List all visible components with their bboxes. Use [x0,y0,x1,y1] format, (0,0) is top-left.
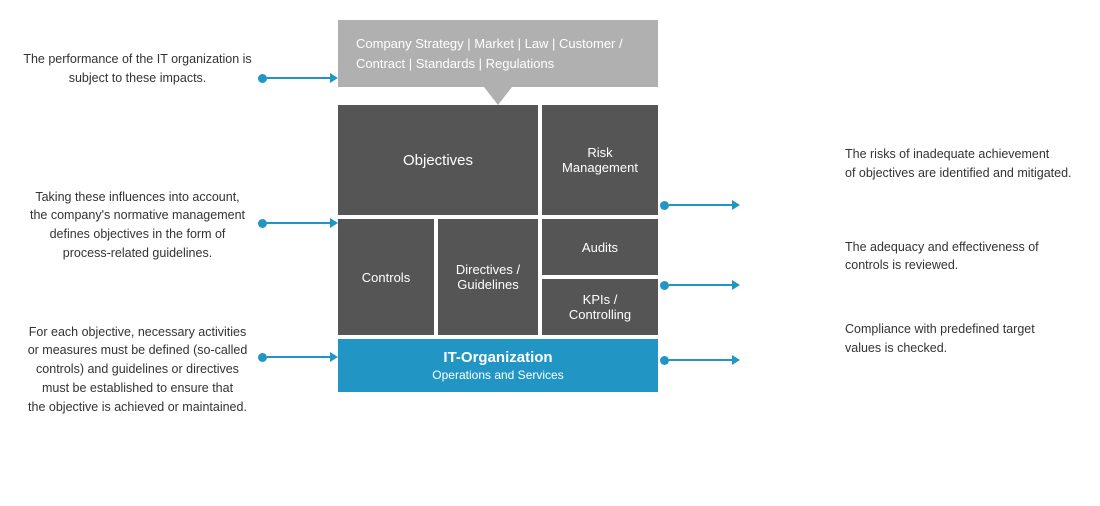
dot-controls [258,353,267,362]
directives-block: Directives / Guidelines [438,219,538,335]
dot-objectives [258,219,267,228]
dot-kpis [660,356,669,365]
arrowhead-kpis [732,355,740,365]
risk-block: Risk Management [542,105,658,215]
dot-strategy [258,74,267,83]
kpis-block: KPIs / Controlling [542,279,658,335]
audits-kpis-col: Audits KPIs / Controlling [542,219,658,335]
strategy-box: Company Strategy | Market | Law | Custom… [338,20,658,87]
dot-audits [660,281,669,290]
center-diagram: Company Strategy | Market | Law | Custom… [338,20,658,392]
connector-kpis [660,355,740,365]
it-org-title: IT-Organization [348,349,648,366]
connector-strategy [258,73,338,83]
connector-risk [660,200,740,210]
right-col: Risk Management [542,105,658,215]
dot-risk [660,201,669,210]
top-row: Objectives Risk Management [338,105,658,215]
audits-block: Audits [542,219,658,275]
connector-controls [258,352,338,362]
line-kpis [669,359,732,361]
objectives-block: Objectives [338,105,538,215]
right-text-kpis: Compliance with predefined target values… [845,320,1080,358]
left-text-2: Taking these influences into account, th… [20,188,255,263]
line-controls [267,356,330,358]
line-objectives [267,222,330,224]
arrowhead-objectives [330,218,338,228]
bottom-main-row: Controls Directives / Guidelines Audits … [338,219,658,335]
right-text-risk: The risks of inadequate achievement of o… [845,145,1080,183]
arrowhead-risk [732,200,740,210]
right-text-audits: The adequacy and effectiveness of contro… [845,238,1080,276]
main-container: The performance of the IT organization i… [0,0,1100,506]
it-org-bar: IT-Organization Operations and Services [338,339,658,392]
line-risk [669,204,732,206]
arrowhead-controls [330,352,338,362]
connector-objectives [258,218,338,228]
line-audits [669,284,732,286]
arrowhead-audits [732,280,740,290]
arrowhead-strategy [330,73,338,83]
main-grid: Objectives Risk Management Controls Dire… [338,105,658,335]
right-panel: The risks of inadequate achievement of o… [845,145,1080,358]
connector-audits [660,280,740,290]
it-org-subtitle: Operations and Services [348,368,648,382]
line-strategy [267,77,330,79]
left-text-1: The performance of the IT organization i… [20,50,255,88]
controls-block: Controls [338,219,434,335]
left-panel: The performance of the IT organization i… [20,50,255,416]
left-text-3: For each objective, necessary activities… [20,323,255,417]
